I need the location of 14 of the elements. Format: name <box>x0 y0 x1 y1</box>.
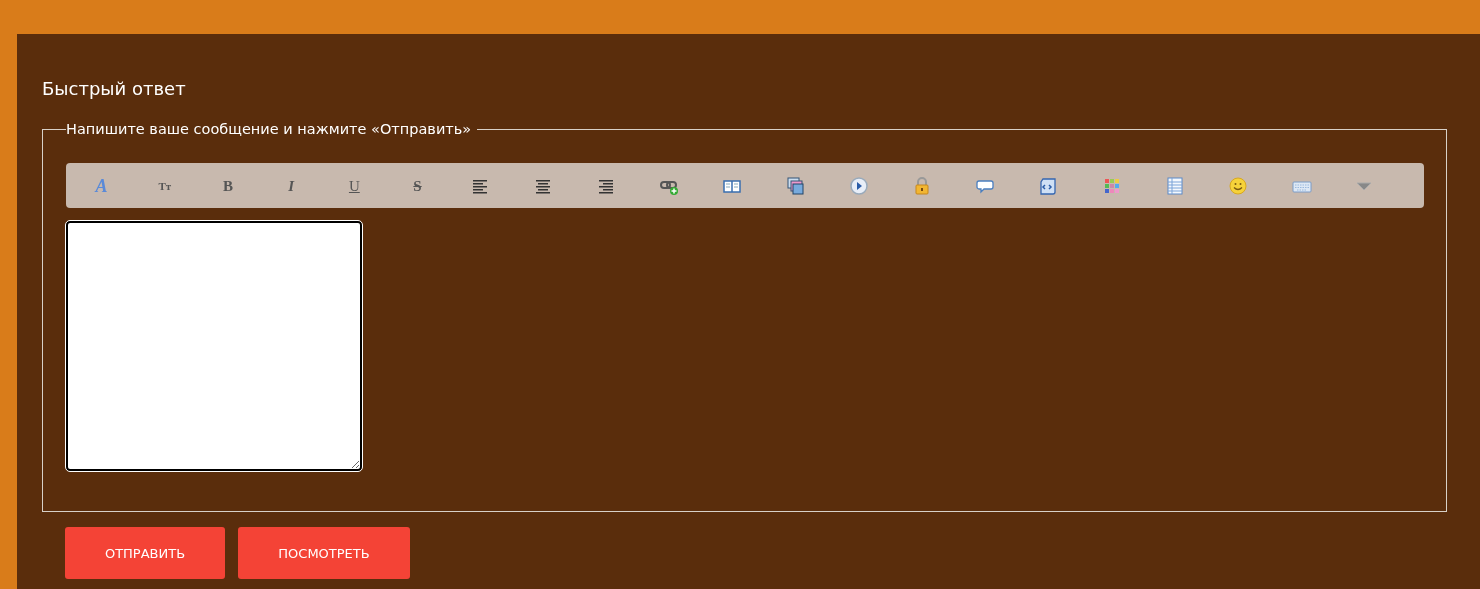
preview-button[interactable]: ПОСМОТРЕТЬ <box>238 527 410 579</box>
table-icon[interactable] <box>1165 176 1186 195</box>
italic-button[interactable]: I <box>288 176 295 195</box>
message-input-field[interactable] <box>66 221 362 471</box>
play-icon[interactable] <box>849 176 870 195</box>
bold-button[interactable]: B <box>222 176 233 195</box>
fieldset-legend: Напишите ваше сообщение и нажмите «Отправить» <box>66 121 478 137</box>
section-title: Быстрый ответ <box>42 77 187 101</box>
submit-button[interactable]: ОТПРАВИТЬ <box>65 527 225 579</box>
images-icon[interactable] <box>786 176 807 195</box>
smiley-icon[interactable] <box>1228 176 1249 195</box>
strikethrough-button[interactable]: S <box>413 176 422 195</box>
font-size-button[interactable]: Tт <box>158 176 172 195</box>
underline-button[interactable]: U <box>348 176 360 195</box>
